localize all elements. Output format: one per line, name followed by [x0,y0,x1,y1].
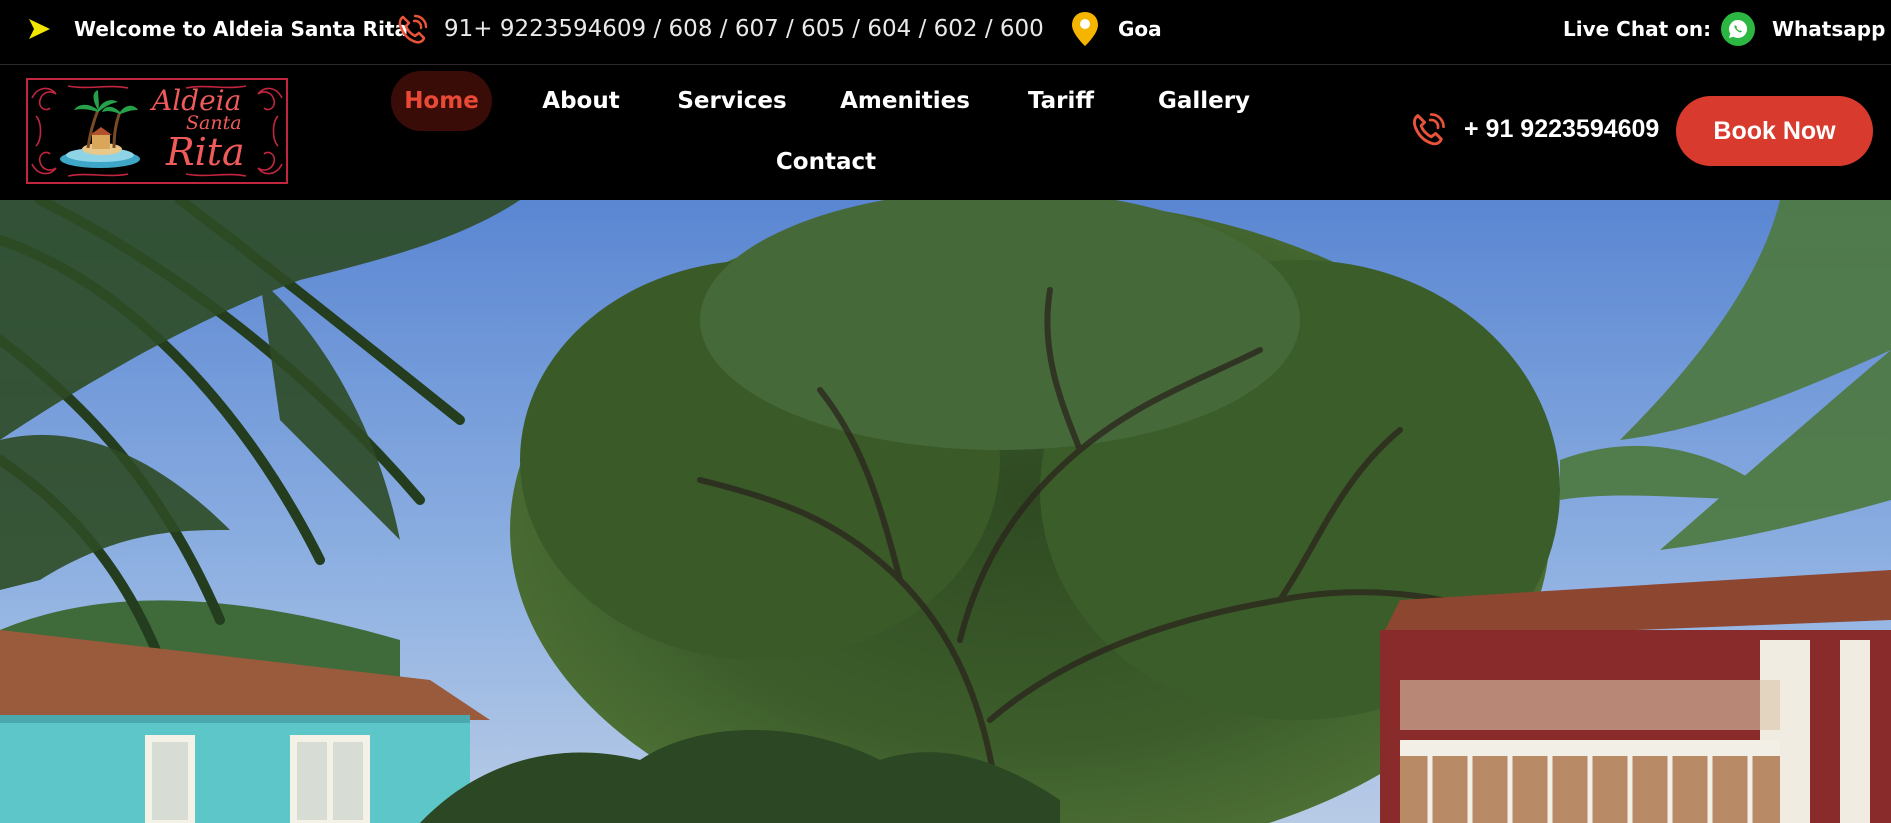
whatsapp-link[interactable]: Whatsapp [1721,0,1885,58]
nav-gallery[interactable]: Gallery [1146,71,1262,131]
top-bar: Welcome to Aldeia Santa Rita 91+ 9223594… [0,0,1891,65]
main-header: Aldeia Santa Rita Home About Services Am… [0,65,1891,200]
live-chat-group: Live Chat on: [1563,0,1711,58]
location-group: Goa [1070,0,1162,58]
welcome-text: Welcome to Aldeia Santa Rita [74,17,408,41]
hero-image [0,200,1891,823]
whatsapp-icon [1721,12,1755,46]
topbar-phone-group[interactable]: 91+ 9223594609 / 608 / 607 / 605 / 604 /… [396,0,1044,58]
book-now-button[interactable]: Book Now [1676,96,1873,166]
nav-amenities[interactable]: Amenities [828,71,982,131]
live-chat-label: Live Chat on: [1563,17,1712,41]
location-pin-icon [1072,12,1098,46]
welcome-group: Welcome to Aldeia Santa Rita [26,0,408,58]
logo[interactable]: Aldeia Santa Rita [26,78,288,184]
phone-icon [1412,113,1445,146]
header-phone-number[interactable]: + 91 9223594609 [1464,115,1659,144]
phone-icon [398,14,428,44]
header-phone[interactable]: + 91 9223594609 [1410,109,1659,149]
location-text: Goa [1118,17,1162,41]
nav-home[interactable]: Home [391,71,492,131]
nav-about[interactable]: About [528,71,634,131]
logo-text-line3: Rita [166,130,245,174]
nav-services[interactable]: Services [671,71,793,131]
hero-banner [0,200,1891,823]
nav-tariff[interactable]: Tariff [1013,71,1109,131]
arrow-icon [29,19,50,39]
topbar-phone-numbers[interactable]: 91+ 9223594609 / 608 / 607 / 605 / 604 /… [444,16,1044,42]
nav-contact[interactable]: Contact [766,132,886,192]
whatsapp-label[interactable]: Whatsapp [1772,17,1885,41]
